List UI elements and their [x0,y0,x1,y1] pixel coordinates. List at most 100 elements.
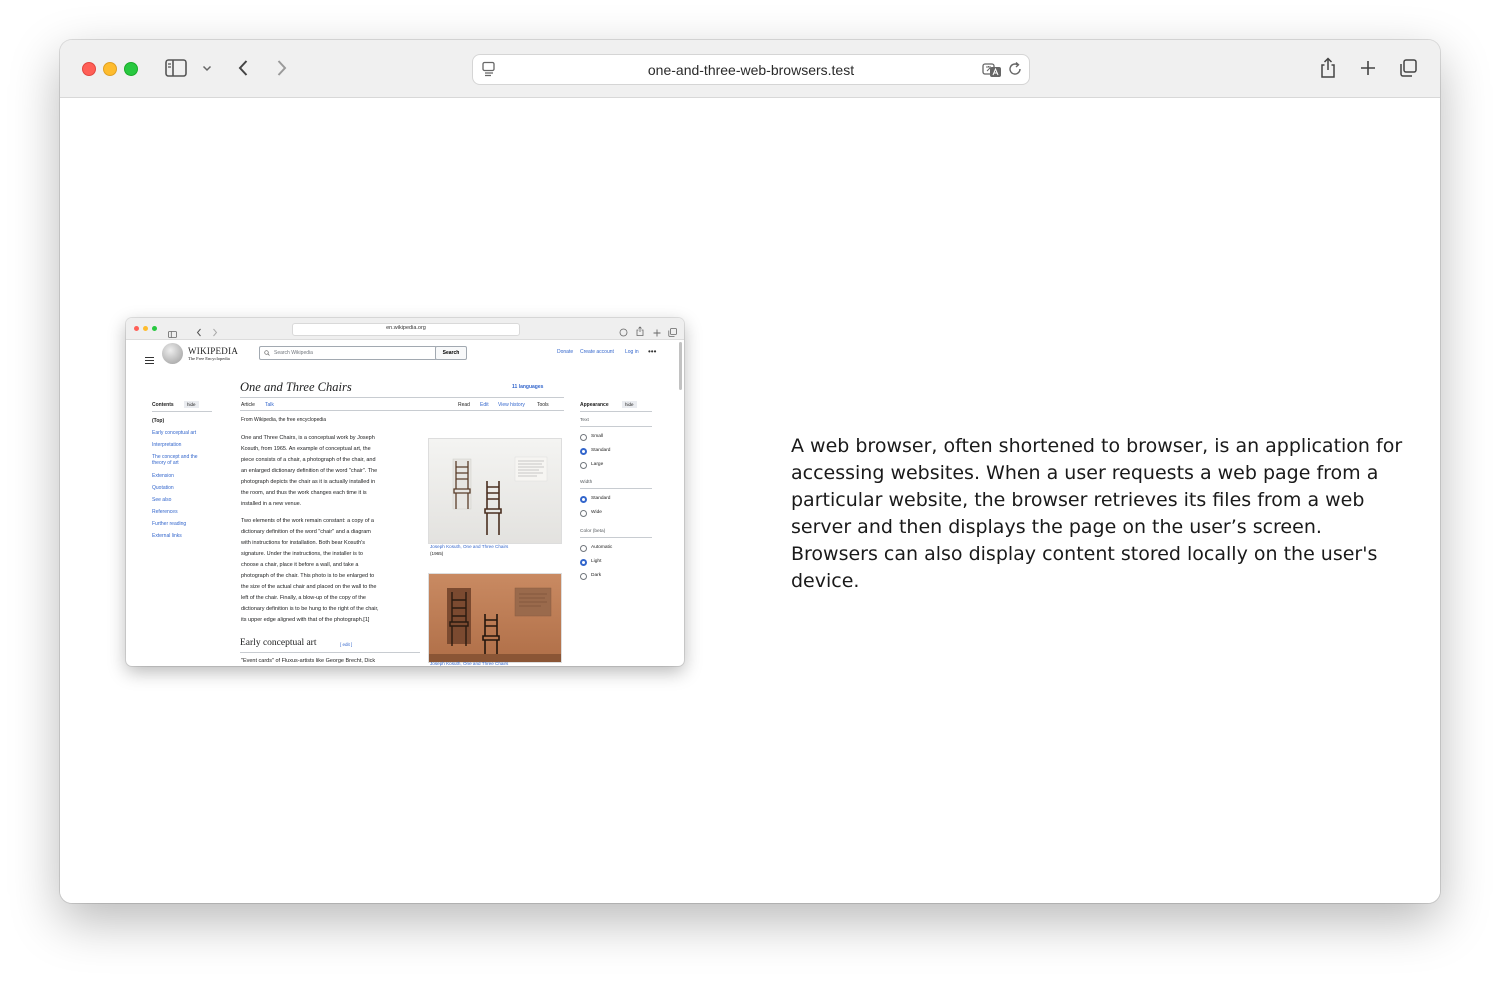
embedded-radio-dark [580,573,587,580]
embedded-tab-read: Read [458,402,470,408]
embedded-paragraph-1: One and Three Chairs, is a conceptual wo… [241,433,377,510]
embedded-paragraph-line: signature. Under the instructions, the i… [241,551,363,557]
embedded-toolbar: en.wikipedia.org [126,318,684,340]
embedded-more-icon: ••• [648,347,657,356]
embedded-appearance-rule [580,411,652,412]
embedded-paragraph-line: photograph of the chair. This photo is t… [241,573,375,579]
embedded-share-icon [636,323,644,341]
embedded-from-line: From Wikipedia, the free encyclopedia [241,417,327,423]
embedded-chairs-photo-1 [428,438,562,544]
embedded-color-rule [580,537,652,538]
embedded-paragraph-line: the room, and thus the work changes each… [241,490,367,496]
embedded-contents-item: Extension [152,473,174,479]
embedded-tab-talk: Talk [265,402,274,408]
embedded-scrollbar [679,342,682,390]
page-content: en.wikipedia.org WIKIPEDIA The Free Ency… [60,98,1440,903]
embedded-paragraph-line: dictionary definition of the word "chair… [241,529,371,535]
wikipedia-tagline: The Free Encyclopedia [188,356,230,361]
tab-overview-icon[interactable] [1397,55,1419,81]
embedded-radio-width-standard [580,496,587,503]
embedded-donate-link: Donate [557,349,574,355]
embedded-chairs-photo-2 [428,573,562,663]
embedded-paragraph-line: the size of the actual chair and placed … [241,584,377,590]
embedded-tab-tools: Tools [537,402,549,408]
embedded-caption-1: Joseph Kosuth, One and Three Chairs [430,544,509,549]
browser-description: A web browser, often shortened to browse… [791,435,1403,592]
chevron-down-icon[interactable] [200,55,214,81]
embedded-article-title: One and Three Chairs [240,380,352,394]
sidebar-icon[interactable] [164,55,188,81]
embedded-paragraph-line: an enlarged dictionary definition of the… [241,468,378,474]
embedded-tab-article: Article [241,402,255,408]
zoom-button[interactable] [124,62,138,76]
minimize-button[interactable] [103,62,117,76]
embedded-paragraph-line: with instructions for installation. Both… [241,540,365,546]
embedded-radio-standard [580,448,587,455]
embedded-search-placeholder: Search Wikipedia [274,349,313,356]
embedded-paragraph-3: "Event cards" of Fluxus-artists like Geo… [241,658,376,664]
embedded-option-wide: Wide [591,510,602,515]
embedded-new-tab-icon [653,324,661,342]
embedded-appearance-hide: hide [622,401,637,408]
embedded-section-edit: [ edit ] [340,642,353,647]
embedded-section-heading: Early conceptual art [240,638,317,648]
embedded-option-large: Large [591,462,604,467]
new-tab-icon[interactable] [1357,55,1379,81]
embedded-extension-icon [619,324,628,342]
embedded-contents-item: Early conceptual art [152,430,197,436]
embedded-width-label: Width [580,480,593,485]
embedded-search-icon [264,350,270,356]
embedded-radio-small [580,434,587,441]
embedded-option-dark: Dark [591,573,602,578]
embedded-contents-hide: hide [184,401,199,408]
translate-icon[interactable] [982,62,1002,83]
embedded-tab-view-history: View history [498,402,525,408]
reload-icon[interactable] [1007,61,1023,82]
embedded-contents-item: Interpretation [152,442,182,448]
embedded-paragraph-line: its upper edge aligned with that of the … [241,617,370,623]
embedded-zoom-button [152,326,157,331]
embedded-option-width-standard: Standard [591,496,611,501]
url-text: one-and-three-web-browsers.test [647,62,855,78]
embedded-tabs-rule [240,410,564,411]
embedded-contents-item: References [152,509,178,515]
embedded-radio-large [580,462,587,469]
embedded-contents-item: theory of art [152,460,179,466]
embedded-section-rule [240,652,420,653]
wikipedia-wordmark: WIKIPEDIA [188,346,239,356]
embedded-tab-edit: Edit [480,402,489,408]
embedded-contents-item: See also [152,497,172,503]
embedded-radio-light [580,559,587,566]
embedded-width-rule [580,488,652,489]
embedded-sidebar-icon [168,325,177,343]
embedded-close-button [134,326,139,331]
forward-icon[interactable] [272,55,292,81]
embedded-option-standard: Standard [591,448,611,453]
embedded-menu-icon [145,351,154,369]
share-icon[interactable] [1317,55,1339,81]
embedded-contents-item: External links [152,533,182,539]
embedded-paragraph-line: Kosuth, from 1965. An example of concept… [241,446,371,452]
embedded-forward-icon [212,324,218,342]
embedded-text-label: Text [580,418,589,423]
embedded-url-text: en.wikipedia.org [386,325,426,331]
embedded-minimize-button [143,326,148,331]
back-icon[interactable] [233,55,253,81]
address-bar[interactable]: one-and-three-web-browsers.test [472,54,1030,85]
embedded-create-account-link: Create account [580,349,614,355]
embedded-contents-rule [152,411,212,412]
embedded-contents-label: Contents [152,402,174,408]
embedded-option-small: Small [591,434,603,439]
browser-window: one-and-three-web-browsers.test en.wikip… [60,40,1440,903]
embedded-browser-screenshot: en.wikipedia.org WIKIPEDIA The Free Ency… [126,318,684,666]
embedded-title-rule [240,397,564,398]
embedded-contents-item: (Top) [152,418,165,424]
embedded-address-bar: en.wikipedia.org [292,323,520,336]
embedded-radio-automatic [580,545,587,552]
embedded-paragraph-2: Two elements of the work remain constant… [241,516,379,626]
embedded-paragraph-line: One and Three Chairs, is a conceptual wo… [241,435,375,441]
close-button[interactable] [82,62,96,76]
embedded-appearance-label: Appearance [580,402,609,408]
embedded-paragraph-line: photograph depicts the chair as it is ac… [241,479,376,485]
wikipedia-globe-logo [162,343,183,364]
